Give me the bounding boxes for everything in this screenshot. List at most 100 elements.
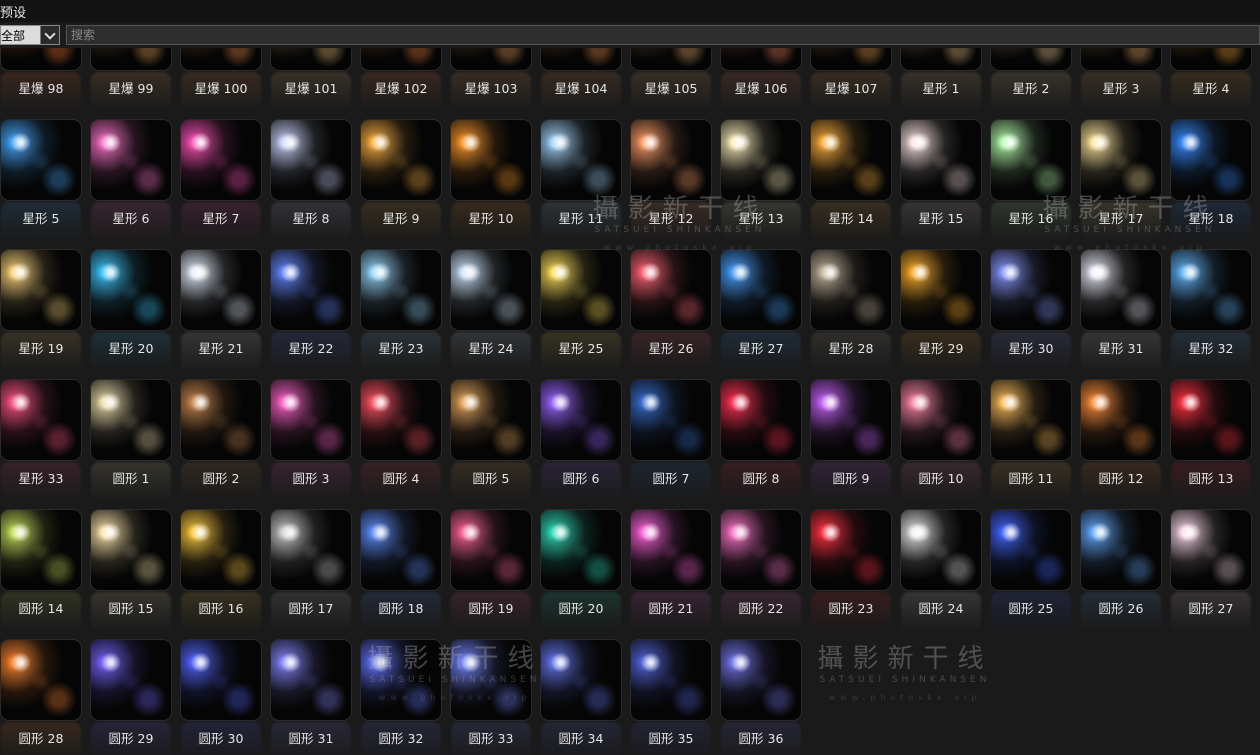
preset-thumbnail[interactable] <box>721 48 801 70</box>
preset-thumbnail[interactable] <box>631 250 711 330</box>
preset-item[interactable]: 圆形 19 <box>450 510 540 640</box>
preset-item[interactable]: 圆形 30 <box>180 640 270 755</box>
preset-thumbnail[interactable] <box>91 250 171 330</box>
preset-item[interactable]: 星爆 103 <box>450 48 540 120</box>
preset-item[interactable]: 星形 3 <box>1080 48 1170 120</box>
preset-thumbnail[interactable] <box>991 120 1071 200</box>
search-input[interactable] <box>66 25 1260 45</box>
preset-item[interactable]: 星形 33 <box>0 380 90 510</box>
preset-thumbnail[interactable] <box>451 380 531 460</box>
preset-thumbnail[interactable] <box>91 48 171 70</box>
preset-thumbnail[interactable] <box>181 380 261 460</box>
preset-thumbnail[interactable] <box>631 48 711 70</box>
preset-item[interactable]: 星形 26 <box>630 250 720 380</box>
preset-thumbnail[interactable] <box>91 640 171 720</box>
preset-thumbnail[interactable] <box>1081 120 1161 200</box>
preset-thumbnail[interactable] <box>361 120 441 200</box>
preset-item[interactable]: 星形 23 <box>360 250 450 380</box>
preset-item[interactable]: 圆形 29 <box>90 640 180 755</box>
preset-item[interactable]: 星形 25 <box>540 250 630 380</box>
preset-thumbnail[interactable] <box>541 250 621 330</box>
preset-thumbnail[interactable] <box>901 48 981 70</box>
preset-thumbnail[interactable] <box>541 510 621 590</box>
preset-item[interactable]: 星形 2 <box>990 48 1080 120</box>
preset-item[interactable]: 圆形 28 <box>0 640 90 755</box>
preset-thumbnail[interactable] <box>1171 510 1251 590</box>
preset-item[interactable]: 圆形 21 <box>630 510 720 640</box>
preset-item[interactable]: 圆形 10 <box>900 380 990 510</box>
category-dropdown[interactable]: 全部 <box>0 25 60 45</box>
preset-item[interactable]: 圆形 26 <box>1080 510 1170 640</box>
preset-item[interactable]: 圆形 17 <box>270 510 360 640</box>
preset-thumbnail[interactable] <box>1 510 81 590</box>
preset-thumbnail[interactable] <box>181 250 261 330</box>
preset-item[interactable]: 星爆 105 <box>630 48 720 120</box>
preset-item[interactable]: 圆形 16 <box>180 510 270 640</box>
preset-thumbnail[interactable] <box>631 510 711 590</box>
preset-item[interactable]: 圆形 3 <box>270 380 360 510</box>
preset-thumbnail[interactable] <box>1081 48 1161 70</box>
preset-item[interactable]: 星爆 99 <box>90 48 180 120</box>
preset-thumbnail[interactable] <box>91 380 171 460</box>
preset-item[interactable]: 圆形 33 <box>450 640 540 755</box>
preset-thumbnail[interactable] <box>631 640 711 720</box>
preset-item[interactable]: 圆形 1 <box>90 380 180 510</box>
preset-thumbnail[interactable] <box>901 120 981 200</box>
preset-item[interactable]: 圆形 11 <box>990 380 1080 510</box>
preset-item[interactable]: 圆形 6 <box>540 380 630 510</box>
preset-item[interactable]: 圆形 32 <box>360 640 450 755</box>
preset-item[interactable]: 星形 9 <box>360 120 450 250</box>
preset-item[interactable]: 星形 28 <box>810 250 900 380</box>
preset-item[interactable]: 星形 21 <box>180 250 270 380</box>
preset-thumbnail[interactable] <box>1171 380 1251 460</box>
preset-item[interactable]: 圆形 4 <box>360 380 450 510</box>
preset-thumbnail[interactable] <box>721 380 801 460</box>
preset-item[interactable]: 星形 27 <box>720 250 810 380</box>
preset-thumbnail[interactable] <box>361 48 441 70</box>
preset-thumbnail[interactable] <box>991 48 1071 70</box>
preset-item[interactable]: 圆形 25 <box>990 510 1080 640</box>
preset-thumbnail[interactable] <box>1 48 81 70</box>
preset-item[interactable]: 星形 12 <box>630 120 720 250</box>
preset-thumbnail[interactable] <box>631 120 711 200</box>
preset-thumbnail[interactable] <box>361 250 441 330</box>
preset-item[interactable]: 圆形 24 <box>900 510 990 640</box>
preset-thumbnail[interactable] <box>451 48 531 70</box>
preset-thumbnail[interactable] <box>1 640 81 720</box>
preset-thumbnail[interactable] <box>1 380 81 460</box>
preset-item[interactable]: 圆形 22 <box>720 510 810 640</box>
preset-thumbnail[interactable] <box>91 120 171 200</box>
preset-item[interactable]: 星形 31 <box>1080 250 1170 380</box>
preset-thumbnail[interactable] <box>991 380 1071 460</box>
preset-thumbnail[interactable] <box>541 48 621 70</box>
preset-thumbnail[interactable] <box>1081 380 1161 460</box>
preset-thumbnail[interactable] <box>181 640 261 720</box>
preset-item[interactable]: 星形 16 <box>990 120 1080 250</box>
preset-thumbnail[interactable] <box>901 510 981 590</box>
preset-item[interactable]: 圆形 14 <box>0 510 90 640</box>
preset-thumbnail[interactable] <box>1 250 81 330</box>
preset-item[interactable]: 圆形 12 <box>1080 380 1170 510</box>
preset-item[interactable]: 星爆 104 <box>540 48 630 120</box>
preset-item[interactable]: 星形 17 <box>1080 120 1170 250</box>
preset-item[interactable]: 星形 11 <box>540 120 630 250</box>
preset-item[interactable]: 星形 32 <box>1170 250 1260 380</box>
preset-thumbnail[interactable] <box>1 120 81 200</box>
preset-thumbnail[interactable] <box>361 380 441 460</box>
preset-thumbnail[interactable] <box>991 510 1071 590</box>
preset-thumbnail[interactable] <box>181 120 261 200</box>
preset-item[interactable]: 星形 10 <box>450 120 540 250</box>
preset-item[interactable]: 圆形 15 <box>90 510 180 640</box>
preset-thumbnail[interactable] <box>721 120 801 200</box>
preset-thumbnail[interactable] <box>901 380 981 460</box>
preset-thumbnail[interactable] <box>451 120 531 200</box>
preset-grid[interactable]: 星爆 98 星爆 99 星爆 100 星爆 101 星爆 102 星爆 103 星爆 104… <box>0 48 1260 755</box>
preset-thumbnail[interactable] <box>721 250 801 330</box>
preset-item[interactable]: 星爆 102 <box>360 48 450 120</box>
preset-thumbnail[interactable] <box>451 640 531 720</box>
preset-thumbnail[interactable] <box>271 250 351 330</box>
preset-thumbnail[interactable] <box>991 250 1071 330</box>
preset-thumbnail[interactable] <box>451 250 531 330</box>
preset-item[interactable]: 圆形 8 <box>720 380 810 510</box>
preset-thumbnail[interactable] <box>541 640 621 720</box>
